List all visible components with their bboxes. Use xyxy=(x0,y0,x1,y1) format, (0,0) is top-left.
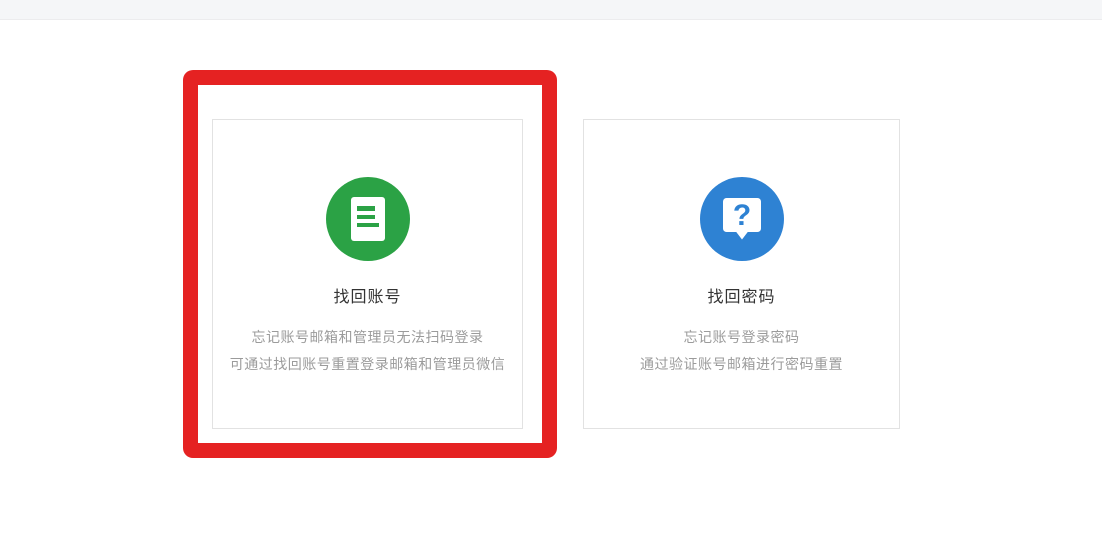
desc-line-1: 忘记账号登录密码 xyxy=(683,329,800,345)
top-chrome-strip xyxy=(0,0,1102,20)
question-bubble-icon: ? xyxy=(699,177,784,261)
recover-account-title: 找回账号 xyxy=(333,289,402,306)
recover-password-card[interactable]: ? 找回密码 忘记账号登录密码 通过验证账号邮箱进行密码重置 xyxy=(583,119,900,429)
desc-line-2: 通过验证账号邮箱进行密码重置 xyxy=(640,356,843,372)
desc-line-2: 可通过找回账号重置登录邮箱和管理员微信 xyxy=(229,356,506,372)
recover-account-card[interactable]: 找回账号 忘记账号邮箱和管理员无法扫码登录 可通过找回账号重置登录邮箱和管理员微… xyxy=(212,119,523,429)
question-mark-glyph: ? xyxy=(732,199,750,232)
recover-account-description: 忘记账号邮箱和管理员无法扫码登录 可通过找回账号重置登录邮箱和管理员微信 xyxy=(230,324,506,378)
desc-line-1: 忘记账号邮箱和管理员无法扫码登录 xyxy=(251,329,484,345)
recover-password-title: 找回密码 xyxy=(707,289,776,306)
document-icon xyxy=(325,177,410,261)
recover-password-description: 忘记账号登录密码 通过验证账号邮箱进行密码重置 xyxy=(640,324,843,378)
page-canvas: 找回账号 忘记账号邮箱和管理员无法扫码登录 可通过找回账号重置登录邮箱和管理员微… xyxy=(0,0,1102,560)
